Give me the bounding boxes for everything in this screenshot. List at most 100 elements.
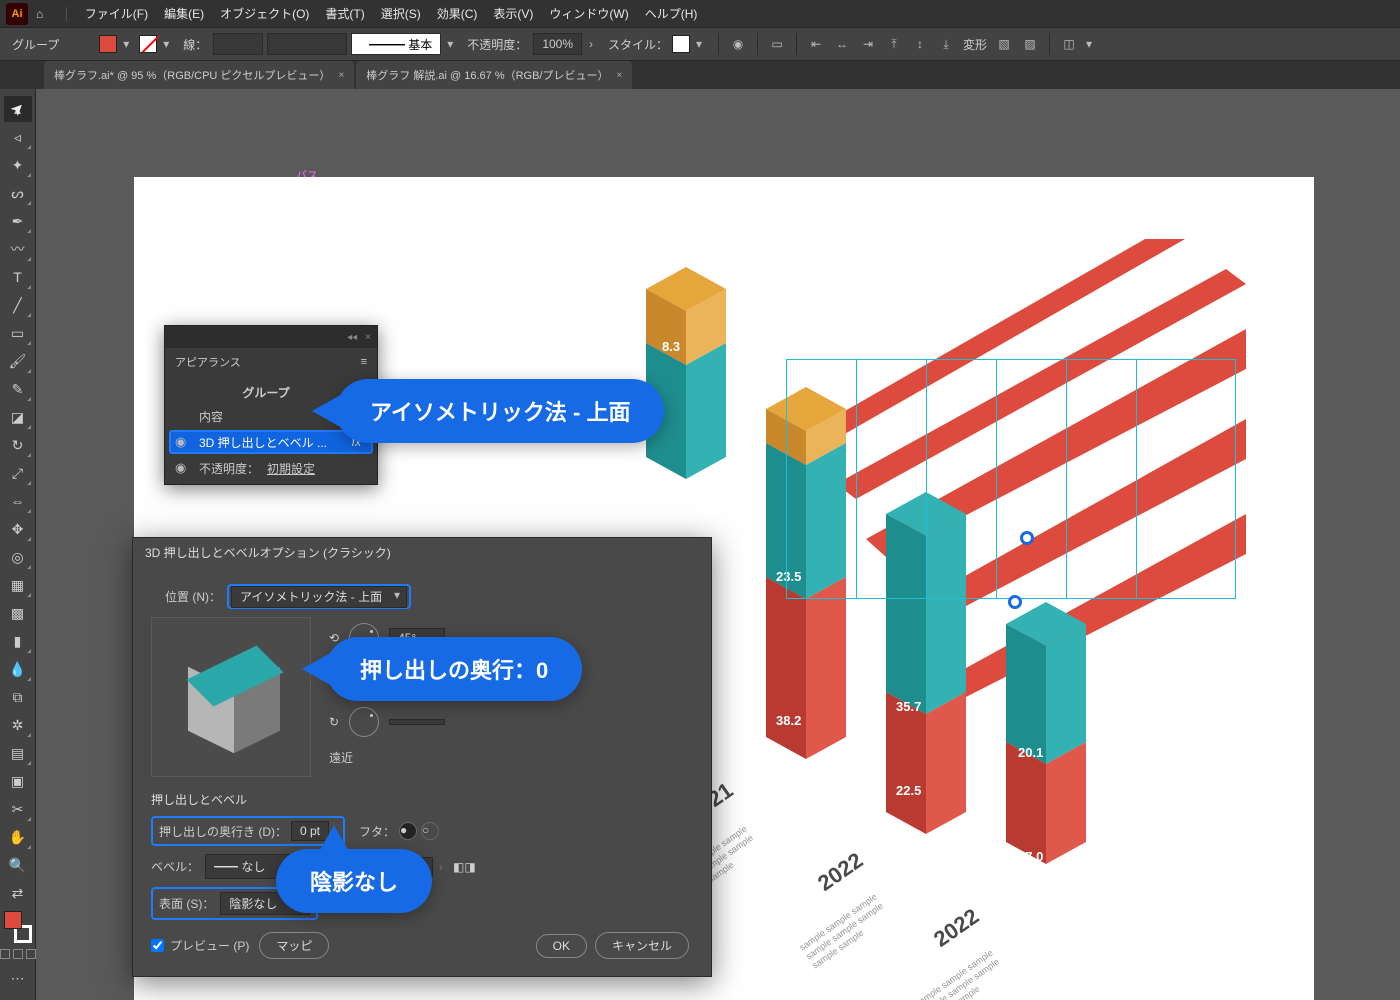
visibility-icon[interactable]: ◉ xyxy=(175,460,186,476)
visibility-icon[interactable]: ◉ xyxy=(175,434,186,450)
stroke-profile[interactable] xyxy=(267,33,347,55)
menu-object[interactable]: オブジェクト(O) xyxy=(220,5,309,22)
opacity-field[interactable]: 100% xyxy=(533,33,582,55)
style-dd[interactable]: ▾ xyxy=(692,37,706,51)
selection-handle[interactable] xyxy=(1008,595,1022,609)
graph-tool[interactable]: ▤ xyxy=(4,740,32,766)
direct-selection-tool[interactable]: ◃ xyxy=(4,124,32,150)
graphic-style[interactable] xyxy=(672,35,690,53)
bevel-out-icon[interactable]: ◨ xyxy=(464,860,475,874)
appearance-opacity-row[interactable]: ◉ 不透明度： 初期設定 xyxy=(165,456,377,480)
preview-checkbox[interactable] xyxy=(151,939,164,952)
menu-help[interactable]: ヘルプ(H) xyxy=(645,5,698,22)
slice-tool[interactable]: ✂ xyxy=(4,796,32,822)
menu-view[interactable]: 表示(V) xyxy=(493,5,533,22)
opacity-dd[interactable]: › xyxy=(584,37,598,51)
cap-off-icon[interactable]: ○ xyxy=(421,822,439,840)
3d-cube-preview[interactable] xyxy=(151,617,311,777)
z-angle-field[interactable] xyxy=(389,719,445,725)
align-left-icon[interactable]: ⇤ xyxy=(804,33,828,55)
pen-tool[interactable]: ✒ xyxy=(4,208,32,234)
rectangle-tool[interactable]: ▭ xyxy=(4,320,32,346)
mesh-tool[interactable]: ▩ xyxy=(4,600,32,626)
shaper-tool[interactable]: ✎ xyxy=(4,376,32,402)
perspective-tool[interactable]: ▦ xyxy=(4,572,32,598)
extrude-section-label: 押し出しとベベル xyxy=(151,791,693,808)
symbol-sprayer-tool[interactable]: ✲ xyxy=(4,712,32,738)
opacity-value[interactable]: 初期設定 xyxy=(267,460,315,477)
gradient-tool[interactable]: ▮ xyxy=(4,628,32,654)
stroke-style[interactable]: ━━━ 基本 xyxy=(351,33,441,55)
menu-edit[interactable]: 編集(E) xyxy=(164,5,204,22)
rotate-tool[interactable]: ↻ xyxy=(4,432,32,458)
hand-tool[interactable]: ✋ xyxy=(4,824,32,850)
stroke-style-dd[interactable]: ▾ xyxy=(443,37,457,51)
panel-header[interactable]: ◂◂ × xyxy=(165,326,377,348)
stroke-weight[interactable] xyxy=(213,33,263,55)
map-art-button[interactable]: マッピ xyxy=(259,932,329,959)
app-logo: Ai xyxy=(6,3,28,25)
lasso-tool[interactable]: ᔕ xyxy=(4,180,32,206)
magic-wand-tool[interactable]: ✦ xyxy=(4,152,32,178)
bevel-in-icon[interactable]: ◧ xyxy=(453,860,464,874)
panel-menu-icon[interactable]: ≡ xyxy=(361,356,367,368)
scale-tool[interactable]: ⤢ xyxy=(4,460,32,486)
shape-builder-tool[interactable]: ◎ xyxy=(4,544,32,570)
artboard-tool[interactable]: ▣ xyxy=(4,768,32,794)
stroke-swatch[interactable] xyxy=(139,35,157,53)
blend-tool[interactable]: ⧉ xyxy=(4,684,32,710)
collapse-icon[interactable]: ◂◂ xyxy=(347,332,357,343)
shape-icon-1[interactable]: ▧ xyxy=(992,33,1016,55)
toolbox-more[interactable]: ⋯ xyxy=(4,965,32,991)
appearance-effect-row[interactable]: ◉ 3D 押し出しとベベル ... fx xyxy=(169,430,373,454)
align-bottom-icon[interactable]: ⤓ xyxy=(934,33,958,55)
paintbrush-tool[interactable]: 🖌 xyxy=(4,348,32,374)
eraser-tool[interactable]: ◪ xyxy=(4,404,32,430)
selection-tool[interactable]: ▴➤ xyxy=(4,96,32,122)
curvature-tool[interactable]: 〰 xyxy=(4,236,32,262)
shape-icon-2[interactable]: ▨ xyxy=(1018,33,1042,55)
toggle-fill-stroke[interactable]: ⇄ xyxy=(4,880,32,906)
transform-label[interactable]: 変形 xyxy=(963,36,987,53)
menu-file[interactable]: ファイル(F) xyxy=(85,5,148,22)
align-top-icon[interactable]: ⤒ xyxy=(882,33,906,55)
cancel-button[interactable]: キャンセル xyxy=(595,932,689,959)
isolate-dd[interactable]: ▾ xyxy=(1082,37,1096,51)
stroke-dd[interactable]: ▾ xyxy=(159,37,173,51)
menu-effect[interactable]: 効果(C) xyxy=(437,5,478,22)
z-angle-dial[interactable] xyxy=(349,707,379,737)
type-tool[interactable]: T xyxy=(4,264,32,290)
ok-button[interactable]: OK xyxy=(536,934,587,958)
draw-modes[interactable] xyxy=(0,949,36,959)
align-icon[interactable]: ▭ xyxy=(765,33,789,55)
width-tool[interactable]: ⇔ xyxy=(4,488,32,514)
close-icon[interactable]: × xyxy=(338,70,344,81)
cap-on-icon[interactable]: ● xyxy=(399,822,417,840)
line-tool[interactable]: ╱ xyxy=(4,292,32,318)
zoom-tool[interactable]: 🔍 xyxy=(4,852,32,878)
menu-type[interactable]: 書式(T) xyxy=(325,5,364,22)
close-icon[interactable]: × xyxy=(617,70,623,81)
fill-stroke-indicator[interactable] xyxy=(4,911,32,943)
3d-extrude-dialog[interactable]: 3D 押し出しとベベルオプション (クラシック) 位置 (N)： アイソメトリッ… xyxy=(132,537,712,977)
canvas[interactable]: パス xyxy=(36,89,1400,1000)
fill-box[interactable] xyxy=(4,911,22,929)
close-icon[interactable]: × xyxy=(365,332,371,343)
eyedropper-tool[interactable]: 💧 xyxy=(4,656,32,682)
doc-tab-2[interactable]: 棒グラフ 解説.ai @ 16.67 %（RGB/プレビュー）× xyxy=(356,61,632,89)
menu-select[interactable]: 選択(S) xyxy=(381,5,421,22)
fill-dd[interactable]: ▾ xyxy=(119,37,133,51)
home-icon[interactable]: ⌂ xyxy=(36,7,43,21)
align-vcenter-icon[interactable]: ↕ xyxy=(908,33,932,55)
isolate-icon[interactable]: ◫ xyxy=(1057,33,1081,55)
position-dropdown[interactable]: アイソメトリック法 - 上面 xyxy=(231,586,407,608)
free-transform-tool[interactable]: ✥ xyxy=(4,516,32,542)
align-hcenter-icon[interactable]: ↔ xyxy=(830,33,854,55)
doc-tab-1[interactable]: 棒グラフ.ai* @ 95 %（RGB/CPU ピクセルプレビュー）× xyxy=(44,61,354,89)
align-right-icon[interactable]: ⇥ xyxy=(856,33,880,55)
fill-swatch[interactable] xyxy=(99,35,117,53)
appearance-tab[interactable]: アピアランス xyxy=(175,354,241,370)
menu-window[interactable]: ウィンドウ(W) xyxy=(549,5,628,22)
selection-handle[interactable] xyxy=(1020,531,1034,545)
recolor-icon[interactable]: ◉ xyxy=(726,33,750,55)
